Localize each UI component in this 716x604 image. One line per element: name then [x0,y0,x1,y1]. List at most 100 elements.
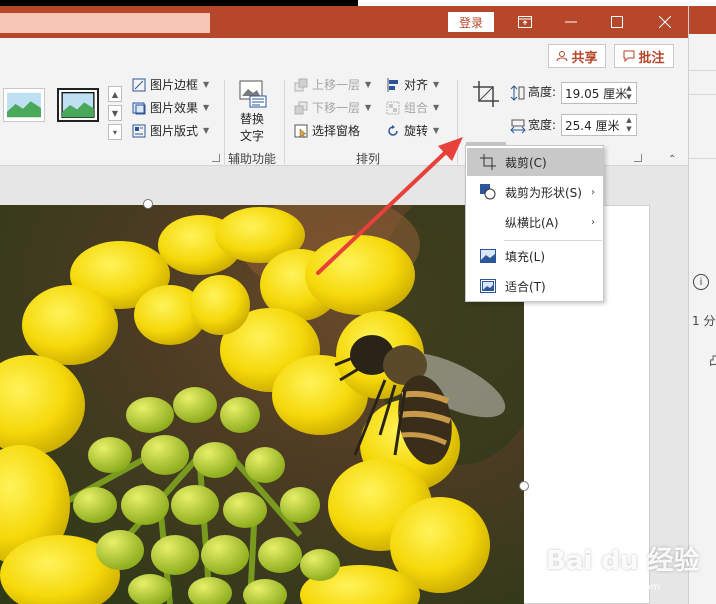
width-spinner-icon[interactable]: ▲ ▼ [624,116,634,134]
aspect-ratio-label: 纵横比(A) [505,215,559,230]
arrange-group-label: 排列 [356,152,381,166]
side-panel-text: 凸 [709,354,716,368]
maximize-icon[interactable] [594,6,640,38]
watermark-logo: Bai du 经验 [546,546,700,576]
crop-icon [480,154,496,170]
picture-effects-label: 图片效果 [150,101,199,115]
size-launcher-icon[interactable] [634,154,642,162]
picture-layout-icon [132,124,146,138]
picture-style-thumbnail-selected[interactable] [57,88,99,122]
rotate-label: 旋转 [404,124,429,138]
width-row: 宽度: [510,116,556,133]
picture-layout-button[interactable]: 图片版式 ▼ [132,122,209,139]
comment-button[interactable]: 批注 [614,44,674,68]
picture-style-thumbnail[interactable] [3,88,45,122]
crop-menu-item-fit[interactable]: 适合(T) [467,272,603,300]
height-spinner-icon[interactable]: ▲ ▼ [624,84,634,102]
crop-icon-area[interactable] [466,78,506,110]
collapse-ribbon-icon[interactable]: ⌃ [668,154,676,165]
comment-label: 批注 [638,50,665,66]
crop-menu-item-crop[interactable]: 裁剪(C) [467,148,603,176]
alt-text-label-1: 替换 [239,112,264,126]
chevron-right-icon: › [591,186,595,198]
menu-separator [504,240,602,241]
info-icon[interactable]: i [693,274,709,290]
selected-picture[interactable] [0,205,524,604]
watermark-url: jingyan.baidu.com [568,582,661,593]
group-objects-icon [386,101,400,115]
align-label: 对齐 [404,78,429,92]
divider [689,70,716,71]
gallery-up-icon[interactable]: ▲ [108,86,122,102]
gallery-more-icon[interactable]: ▾ [108,124,122,140]
width-icon [510,118,526,133]
share-button[interactable]: 共享 [548,44,606,68]
send-backward-button[interactable]: 下移一层 ▼ [294,99,371,116]
ribbon-display-options-icon[interactable] [502,6,548,38]
fill-icon [480,248,496,264]
crop-menu-item-crop-to-shape[interactable]: 裁剪为形状(S) › [467,178,603,206]
picture-effects-icon [132,101,146,115]
group-separator [284,80,285,164]
alt-text-icon [239,80,267,108]
crop-icon [473,81,499,107]
selection-pane-button[interactable]: 选择窗格 [294,122,360,139]
group-separator [224,80,225,164]
send-backward-label: 下移一层 [312,101,361,115]
minimize-icon[interactable] [548,6,594,38]
height-row: 高度: [510,83,557,101]
bring-forward-label: 上移一层 [312,78,361,92]
accessibility-group-label: 辅助功能 [228,152,277,166]
height-label: 高度: [528,85,557,99]
share-label: 共享 [571,50,598,66]
close-icon[interactable] [642,6,688,38]
crop-menu-item-fill[interactable]: 填充(L) [467,242,603,270]
comment-icon [623,50,635,62]
send-backward-icon [294,101,308,115]
group-separator [457,80,458,164]
height-icon [510,84,525,101]
picture-effects-button[interactable]: 图片效果 ▼ [132,99,209,116]
crop-menu-item-aspect-ratio[interactable]: 纵横比(A) › [467,208,603,236]
rotate-button[interactable]: 旋转 ▼ [386,122,439,139]
group-objects-button[interactable]: 组合 ▼ [386,99,439,116]
chevron-right-icon: › [591,216,595,228]
gallery-down-icon[interactable]: ▼ [108,105,122,121]
crop-dropdown-menu: 裁剪(C) 裁剪为形状(S) › 纵横比(A) › 填充(L) 适合(T) [465,145,604,302]
title-bar: 登录 [0,6,688,38]
divider [689,94,716,95]
gallery-scroll: ▲ ▼ ▾ [108,86,122,174]
crop-to-shape-label: 裁剪为形状(S) [505,185,582,200]
picture-border-button[interactable]: 图片边框 ▼ [132,76,209,93]
login-button[interactable]: 登录 [448,12,494,32]
bring-forward-icon [294,78,308,92]
rapeseed-bee-photo [0,205,524,604]
picture-border-icon [132,78,146,92]
document-title [0,13,210,33]
picture-layout-label: 图片版式 [150,124,199,138]
alt-text-button[interactable]: 替换 文字 [236,78,268,144]
align-icon [386,77,400,92]
height-input[interactable]: 19.05 厘米 ▲ ▼ [561,82,637,104]
side-panel-text: 1 分钟 [692,314,716,328]
divider [689,158,716,159]
background-side-panel: i 1 分钟 凸 [688,6,716,604]
resize-handle-top[interactable] [143,199,153,209]
picture-styles-launcher-icon[interactable] [212,154,220,162]
selection-pane-icon [294,124,308,138]
alt-text-label-2: 文字 [239,129,264,143]
width-value: 25.4 厘米 [565,118,620,133]
group-objects-label: 组合 [404,101,429,115]
fit-label: 适合(T) [505,279,546,294]
resize-handle-right[interactable] [519,481,529,491]
side-panel-header [689,6,716,34]
rotate-icon [386,124,400,138]
width-input[interactable]: 25.4 厘米 ▲ ▼ [561,114,637,136]
height-value: 19.05 厘米 [565,86,628,101]
picture-border-label: 图片边框 [150,78,199,92]
crop-shape-icon [480,184,496,200]
width-label: 宽度: [528,118,557,132]
bring-forward-button[interactable]: 上移一层 ▼ [294,76,371,93]
share-icon [556,51,568,62]
align-button[interactable]: 对齐 ▼ [386,76,439,93]
